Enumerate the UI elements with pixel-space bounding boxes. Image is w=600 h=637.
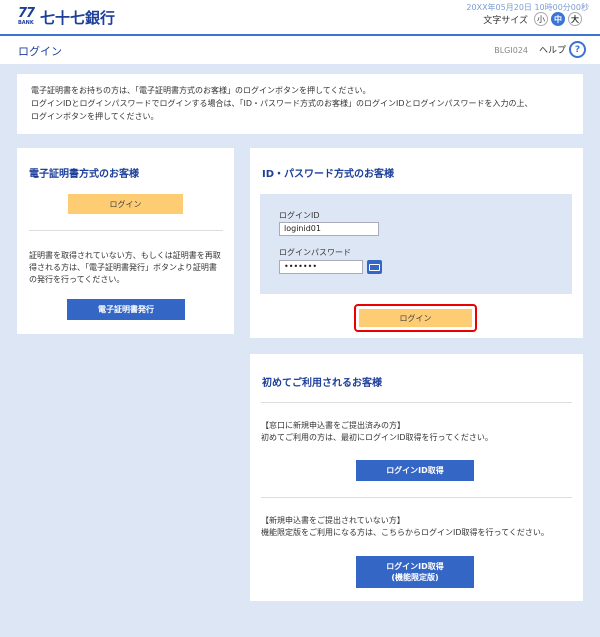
certificate-login-button[interactable]: ログイン xyxy=(68,194,183,214)
login-form: ログインID loginid01 ログインパスワード ••••••• xyxy=(260,194,572,294)
help-label: ヘルプ xyxy=(538,46,566,56)
login-button-highlight: ログイン xyxy=(354,304,477,332)
button-sublabel: (機能限定版) xyxy=(391,573,439,582)
login-id-input[interactable]: loginid01 xyxy=(279,222,379,236)
notice-line: ログインIDとログインパスワードでログインする場合は、「ID・パスワード方式のお… xyxy=(31,99,533,108)
divider xyxy=(261,497,572,498)
bank-name: 七十七銀行 xyxy=(40,9,116,27)
help-link[interactable]: ヘルプ ? xyxy=(539,41,586,58)
notice-line: 電子証明書をお持ちの方は、「電子証明書方式のお客様」のログインボタンを押してくだ… xyxy=(31,86,371,95)
get-login-id-limited-button[interactable]: ログインID取得 (機能限定版) xyxy=(356,556,474,588)
description-line: 得される方は、「電子証明書発行」ボタンより証明書 xyxy=(29,263,217,272)
logo-bank-text: BANK xyxy=(18,20,34,26)
notice-line: ログインボタンを押してください。 xyxy=(31,112,159,121)
font-size-switcher: 文字サイズ 小 中 大 xyxy=(483,12,582,26)
button-label: ログインID取得 xyxy=(386,562,444,571)
login-password-input[interactable]: ••••••• xyxy=(279,260,363,274)
login-id-label: ログインID xyxy=(279,211,320,220)
id-password-panel-title: ID・パスワード方式のお客様 xyxy=(262,169,395,180)
certificate-panel-title: 電子証明書方式のお客様 xyxy=(29,169,139,180)
font-size-small-button[interactable]: 小 xyxy=(534,12,548,26)
description-line: 証明書を取得されていない方、もしくは証明書を再取 xyxy=(29,251,221,260)
font-size-large-button[interactable]: 大 xyxy=(568,12,582,26)
divider xyxy=(29,230,223,231)
first-time-user-panel: 初めてご利用されるお客様 【窓口に新規申込書をご提出済みの方】 初めてご利用の方… xyxy=(250,354,583,601)
section-heading: 【新規申込書をご提出されていない方】 xyxy=(261,516,405,525)
description-line: の発行を行ってください。 xyxy=(29,275,125,284)
screen-id: BLGI024 xyxy=(494,46,528,55)
certificate-description: 証明書を取得されていない方、もしくは証明書を再取 得される方は、「電子証明書発行… xyxy=(29,250,225,286)
software-keyboard-icon[interactable] xyxy=(367,260,382,274)
section-heading: 【窓口に新規申込書をご提出済みの方】 xyxy=(261,421,405,430)
get-login-id-button[interactable]: ログインID取得 xyxy=(356,460,474,481)
app-header: 77 BANK 七十七銀行 20XX年05月20日 10時00分00秒 文字サイ… xyxy=(0,0,600,34)
submitted-applicants-text: 【窓口に新規申込書をご提出済みの方】 初めてご利用の方は、最初にログインID取得… xyxy=(261,420,493,444)
instruction-notice: 電子証明書をお持ちの方は、「電子証明書方式のお客様」のログインボタンを押してくだ… xyxy=(17,74,583,134)
login-password-label: ログインパスワード xyxy=(279,248,351,257)
divider xyxy=(261,402,572,403)
section-text: 機能限定版をご利用になる方は、こちらからログインID取得を行ってください。 xyxy=(261,528,549,537)
font-size-label: 文字サイズ xyxy=(483,15,528,26)
page-title: ログイン xyxy=(18,45,62,58)
id-password-login-panel: ID・パスワード方式のお客様 ログインID loginid01 ログインパスワー… xyxy=(250,148,583,338)
issue-certificate-button[interactable]: 電子証明書発行 xyxy=(67,299,185,320)
logo-number: 77 xyxy=(18,6,35,21)
first-time-panel-title: 初めてご利用されるお客様 xyxy=(262,378,382,389)
id-password-login-button[interactable]: ログイン xyxy=(359,309,472,327)
help-icon: ? xyxy=(569,41,586,58)
section-text: 初めてご利用の方は、最初にログインID取得を行ってください。 xyxy=(261,433,493,442)
title-bar: ログイン BLGI024 ヘルプ ? xyxy=(0,34,600,64)
font-size-medium-button[interactable]: 中 xyxy=(551,12,565,26)
limited-version-text: 【新規申込書をご提出されていない方】 機能限定版をご利用になる方は、こちらからロ… xyxy=(261,515,549,539)
certificate-login-panel: 電子証明書方式のお客様 ログイン 証明書を取得されていない方、もしくは証明書を再… xyxy=(17,148,234,334)
